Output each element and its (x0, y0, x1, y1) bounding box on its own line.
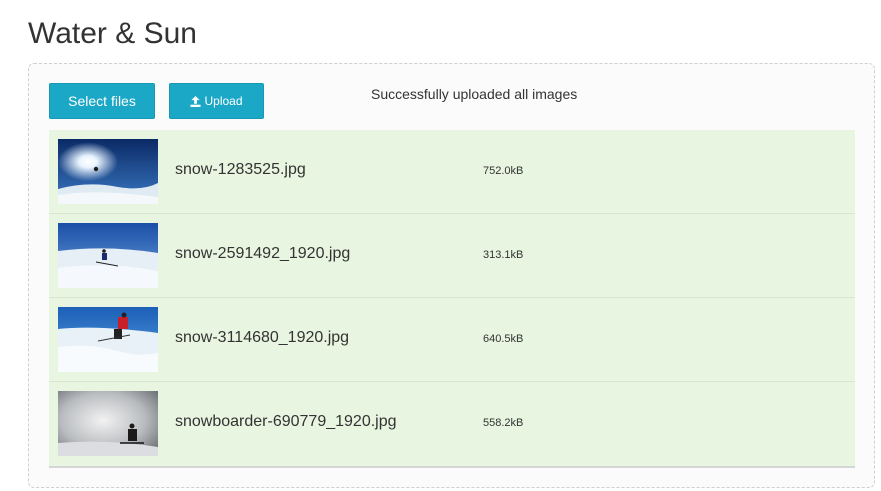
upload-status-message: Successfully uploaded all images (371, 86, 578, 102)
file-row: snow-1283525.jpg 752.0kB (49, 130, 855, 214)
file-size: 752.0kB (483, 165, 524, 177)
file-list: snow-1283525.jpg 752.0kB snow-2591492_19… (49, 130, 855, 468)
file-name: snow-3114680_1920.jpg (175, 329, 350, 346)
file-row: snowboarder-690779_1920.jpg 558.2kB (49, 382, 855, 466)
upload-button[interactable]: Upload (169, 83, 264, 119)
file-name: snow-1283525.jpg (175, 161, 306, 178)
select-files-button[interactable]: Select files (49, 83, 155, 119)
file-size: 558.2kB (483, 417, 524, 429)
file-row: snow-2591492_1920.jpg 313.1kB (49, 214, 855, 298)
file-thumbnail (58, 391, 158, 456)
upload-icon (190, 95, 202, 107)
file-size: 640.5kB (483, 333, 524, 345)
file-thumbnail (58, 223, 158, 288)
upload-button-label: Upload (204, 94, 243, 108)
file-size: 313.1kB (483, 249, 524, 261)
upload-panel: Select files Upload Successfully uploade… (28, 63, 875, 488)
file-row: snow-3114680_1920.jpg 640.5kB (49, 298, 855, 382)
file-name: snow-2591492_1920.jpg (175, 245, 351, 262)
file-name: snowboarder-690779_1920.jpg (175, 413, 397, 430)
page-title: Water & Sun (28, 17, 197, 50)
file-thumbnail (58, 307, 158, 372)
file-thumbnail (58, 139, 158, 204)
